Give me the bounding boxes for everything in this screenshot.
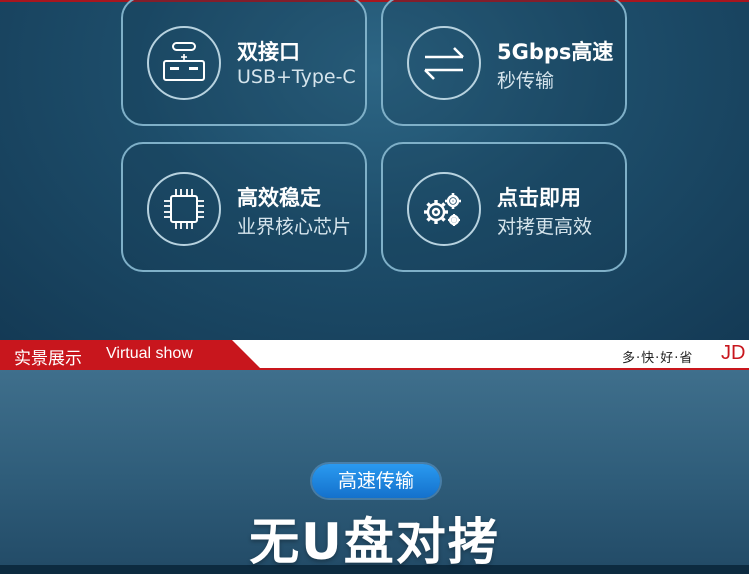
banner-red-tab: 实景展示 Virtual show xyxy=(0,340,262,370)
banner-subtitle: Virtual show xyxy=(106,345,193,362)
feature-card-dual-interface: 双接口 USB+Type-C xyxy=(121,0,367,126)
feature-pill: 高速传输 xyxy=(312,464,440,498)
feature-subtitle: 秒传输 xyxy=(497,70,555,92)
pill-label: 高速传输 xyxy=(337,470,414,492)
usb-port-icon xyxy=(147,26,221,100)
section-banner: 实景展示 Virtual show 多·快·好·省 JD xyxy=(0,340,749,370)
transfer-arrows-icon xyxy=(407,26,481,100)
gears-icon xyxy=(407,172,481,246)
feature-card-speed: 5Gbps高速 秒传输 xyxy=(381,0,627,126)
top-divider xyxy=(0,0,749,2)
brand-slogan: 多·快·好·省 xyxy=(622,351,694,366)
headline: 无U盘对拷 xyxy=(249,513,500,571)
feature-title: 高效稳定 xyxy=(237,186,321,210)
showcase-section: 高速传输 无U盘对拷 xyxy=(0,370,749,571)
feature-title: 双接口 xyxy=(237,40,300,64)
banner-title: 实景展示 xyxy=(14,349,82,369)
feature-subtitle: 业界核心芯片 xyxy=(237,216,352,238)
feature-subtitle: USB+Type-C xyxy=(237,66,356,88)
chip-icon xyxy=(147,172,221,246)
feature-subtitle: 对拷更高效 xyxy=(497,216,593,238)
feature-title: 点击即用 xyxy=(497,186,581,210)
feature-section: 双接口 USB+Type-C 5Gbps高速 秒传输 高效稳定 业界核心芯片 点… xyxy=(0,0,749,340)
feature-card-plug-and-play: 点击即用 对拷更高效 xyxy=(381,142,627,272)
feature-card-stable: 高效稳定 业界核心芯片 xyxy=(121,142,367,272)
brand-logo: JD xyxy=(721,342,746,364)
feature-title: 5Gbps高速 xyxy=(497,40,614,64)
